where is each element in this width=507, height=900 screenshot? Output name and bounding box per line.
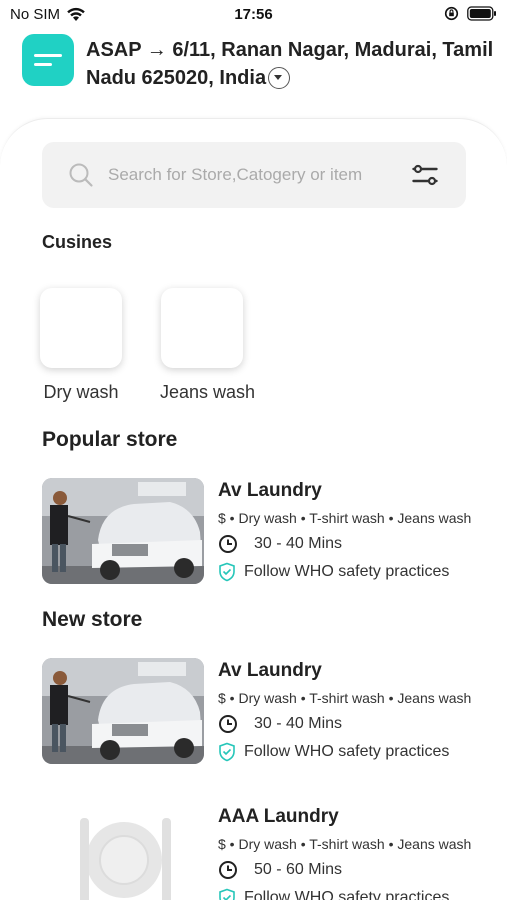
clock-icon xyxy=(219,535,237,553)
delivery-time: 30 - 40 Mins xyxy=(254,535,343,552)
search-bar[interactable] xyxy=(42,142,466,208)
menu-button[interactable] xyxy=(22,34,74,86)
search-icon xyxy=(69,163,93,187)
store-name: Av Laundry xyxy=(218,480,322,501)
shield-icon xyxy=(219,562,235,582)
safety-note: Follow WHO safety practices xyxy=(244,743,450,760)
header: ASAP → 6/11, Ranan Nagar, Madurai, Tamil… xyxy=(22,34,497,92)
battery-icon xyxy=(467,6,496,21)
filter-icon[interactable] xyxy=(412,164,438,186)
new-store-heading: New store xyxy=(42,608,143,631)
store-tags: $ • Dry wash • T-shirt wash • Jeans wash xyxy=(218,836,472,852)
safety-note: Follow WHO safety practices xyxy=(244,889,450,900)
store-name: Av Laundry xyxy=(218,660,322,681)
store-name: AAA Laundry xyxy=(218,806,339,827)
safety-note: Follow WHO safety practices xyxy=(244,563,450,580)
store-card[interactable]: Av Laundry $ • Dry wash • T-shirt wash •… xyxy=(42,478,482,588)
store-image xyxy=(42,658,204,764)
shield-icon xyxy=(219,888,235,900)
category-jeans-wash[interactable]: Jeans wash xyxy=(160,288,256,403)
store-card[interactable]: AAA Laundry $ • Dry wash • T-shirt wash … xyxy=(42,804,482,900)
delivery-address[interactable]: ASAP → 6/11, Ranan Nagar, Madurai, Tamil… xyxy=(86,34,497,92)
store-image-placeholder xyxy=(42,804,204,900)
menu-icon xyxy=(34,54,62,57)
category-tile[interactable] xyxy=(40,288,122,368)
cusines-heading: Cusines xyxy=(42,232,113,252)
category-dry-wash[interactable]: Dry wash xyxy=(39,288,123,403)
category-label: Jeans wash xyxy=(160,382,256,402)
clock: 17:56 xyxy=(234,6,273,23)
store-image xyxy=(42,478,204,584)
shield-icon xyxy=(219,742,235,762)
delivery-time: 50 - 60 Mins xyxy=(254,861,343,878)
category-label: Dry wash xyxy=(43,382,119,402)
popular-store-heading: Popular store xyxy=(42,428,178,451)
store-card[interactable]: Av Laundry $ • Dry wash • T-shirt wash •… xyxy=(42,658,482,768)
clock-icon xyxy=(219,861,237,879)
status-bar: No SIM 17:56 xyxy=(0,0,507,30)
search-input[interactable] xyxy=(108,160,400,190)
orientation-lock-icon xyxy=(444,6,459,21)
delivery-time: 30 - 40 Mins xyxy=(254,715,343,732)
store-tags: $ • Dry wash • T-shirt wash • Jeans wash xyxy=(218,690,472,706)
store-tags: $ • Dry wash • T-shirt wash • Jeans wash xyxy=(218,510,472,526)
category-tile[interactable] xyxy=(161,288,243,368)
address-text: ASAP → 6/11, Ranan Nagar, Madurai, Tamil… xyxy=(86,39,494,89)
clock-icon xyxy=(219,715,237,733)
chevron-down-icon[interactable] xyxy=(268,67,291,89)
